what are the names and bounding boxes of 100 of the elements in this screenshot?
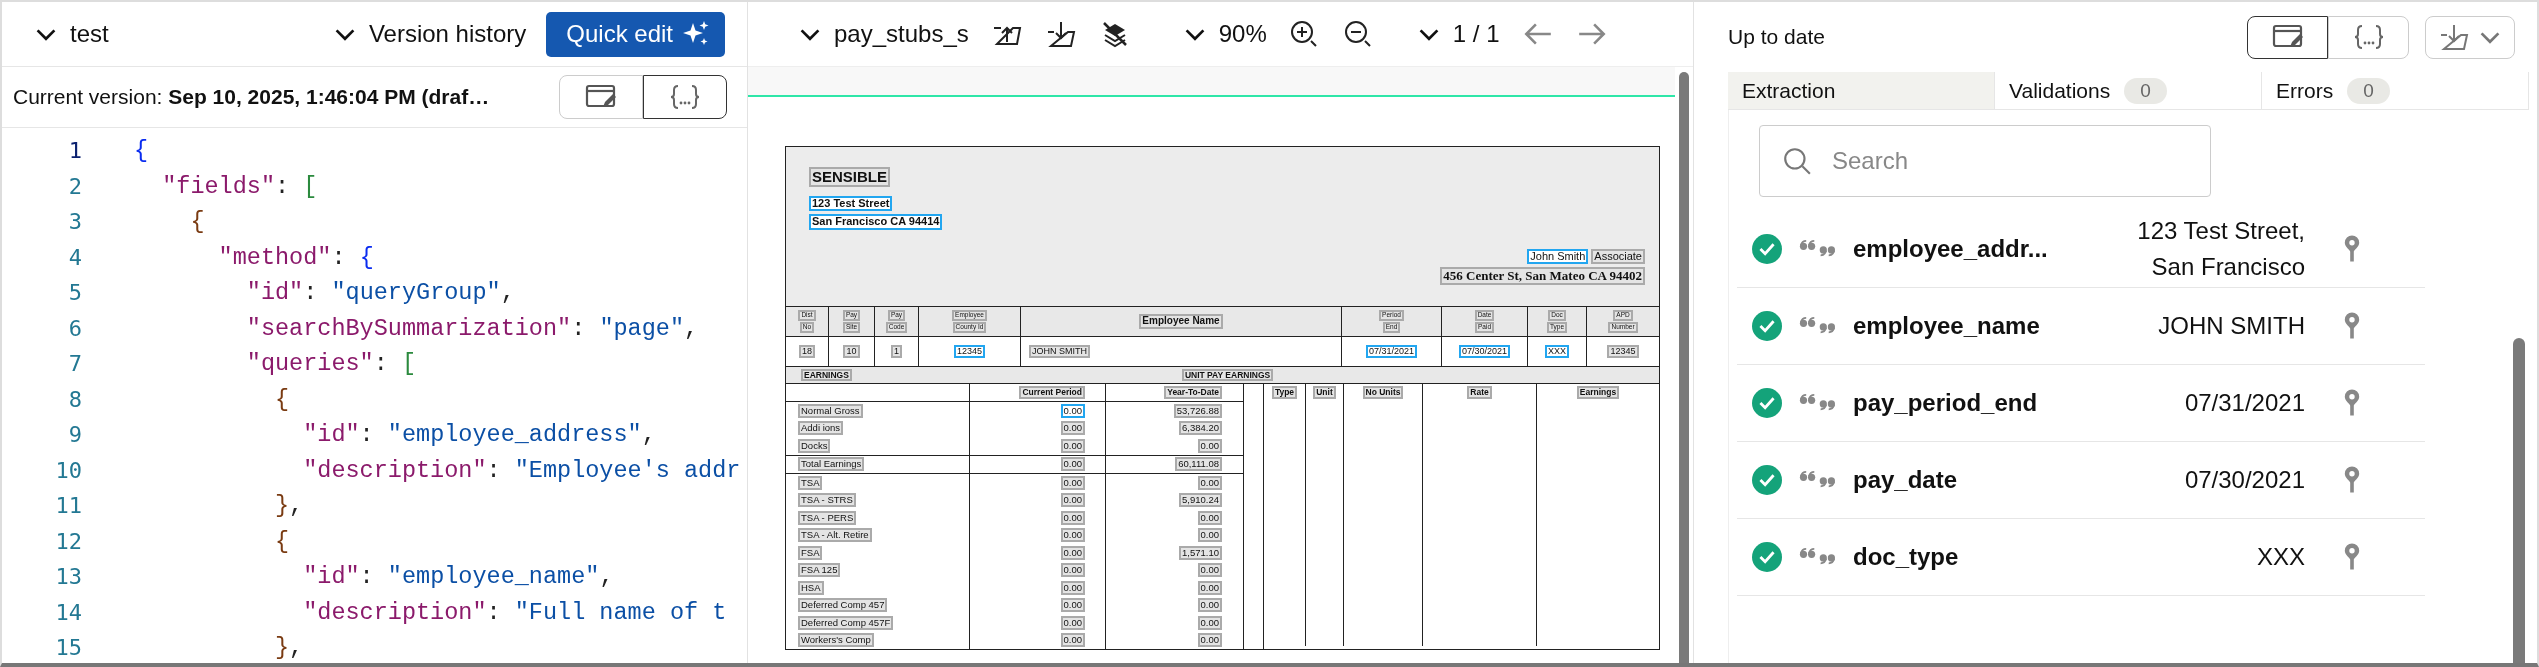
quote-icon bbox=[1799, 317, 1835, 335]
code-line: }, bbox=[275, 634, 304, 662]
search-field[interactable]: Search bbox=[1759, 125, 2211, 197]
column-value: 10 bbox=[843, 344, 860, 359]
current-amount: 0.00 bbox=[1060, 438, 1085, 453]
field-name: pay_date bbox=[1853, 466, 1959, 494]
count-badge: 0 bbox=[2124, 77, 2167, 104]
line-number: 11 bbox=[54, 493, 82, 519]
check-circle-icon bbox=[1752, 388, 1782, 418]
earning-label: Workers's Comp bbox=[798, 633, 874, 648]
code-line: "queries": [ bbox=[246, 350, 417, 378]
scrollbar[interactable] bbox=[1679, 72, 1689, 663]
line-number: 10 bbox=[54, 457, 82, 483]
earning-label: TSA - PERS bbox=[798, 510, 857, 525]
line-number: 2 bbox=[67, 173, 82, 199]
quote-icon bbox=[1799, 394, 1835, 412]
code-line: "method": { bbox=[218, 243, 374, 271]
file-dropdown[interactable]: pay_stubs_s bbox=[798, 20, 969, 48]
check-circle-icon bbox=[1752, 465, 1782, 495]
page-dropdown[interactable]: 1 / 1 bbox=[1416, 20, 1500, 48]
line-number: 15 bbox=[54, 635, 82, 661]
location-pin-icon[interactable] bbox=[2343, 542, 2361, 572]
ytd-amount: 0.00 bbox=[1197, 598, 1222, 613]
search-input[interactable]: Search bbox=[1830, 146, 2210, 176]
tab[interactable]: Extraction bbox=[1728, 72, 1995, 109]
current-amount: 0.00 bbox=[1060, 598, 1085, 613]
line-number: 4 bbox=[67, 244, 82, 270]
column-value: 18 bbox=[799, 344, 815, 359]
ytd-amount: 0.00 bbox=[1197, 475, 1222, 490]
code-line: "id": "employee_name", bbox=[303, 563, 614, 591]
quote-icon bbox=[1799, 240, 1835, 258]
scrollbar[interactable] bbox=[2513, 338, 2525, 663]
ytd-amount: 0.00 bbox=[1197, 438, 1222, 453]
download-icon bbox=[2438, 23, 2470, 51]
location-pin-icon[interactable] bbox=[2343, 311, 2361, 341]
field-name: doc_type bbox=[1853, 543, 1960, 571]
code-line: "description": "Employee's addr bbox=[303, 456, 741, 484]
current-amount: 0.00 bbox=[1060, 493, 1085, 508]
ytd-amount: 5,910.24 bbox=[1179, 493, 1222, 508]
current-amount: 0.00 bbox=[1060, 475, 1085, 490]
column-header: Type bbox=[1271, 386, 1298, 399]
ytd-amount: 1,571.10 bbox=[1179, 545, 1222, 560]
current-amount: 0.00 bbox=[1060, 510, 1085, 525]
current-amount: 0.00 bbox=[1060, 563, 1085, 578]
ytd-amount: 0.00 bbox=[1197, 615, 1222, 630]
count-badge: 0 bbox=[2347, 77, 2390, 104]
earning-label: Deferred Comp 457F bbox=[798, 615, 894, 630]
current-amount: 0.00 bbox=[1060, 615, 1085, 630]
column-header: Earnings bbox=[1576, 386, 1620, 399]
section-title: UNIT PAY EARNINGS bbox=[1181, 368, 1274, 382]
code-line: { bbox=[190, 208, 205, 236]
earning-label: Deferred Comp 457 bbox=[798, 598, 888, 613]
json-view-toggle[interactable] bbox=[643, 75, 727, 119]
braces-icon bbox=[669, 83, 701, 111]
earning-label: HSA bbox=[798, 580, 824, 595]
field-value: JOHN SMITH bbox=[2157, 311, 2305, 341]
field-value: 07/31/2021 bbox=[2183, 388, 2305, 418]
column-header: No Units bbox=[1362, 386, 1404, 399]
export-dropdown[interactable] bbox=[2425, 15, 2515, 59]
current-amount: 0.00 bbox=[1060, 403, 1085, 418]
earning-label: Normal Gross bbox=[798, 403, 863, 418]
visual-editor-toggle[interactable] bbox=[2247, 15, 2328, 59]
field-value: 123 Test Street, San Francisco bbox=[2136, 216, 2305, 282]
column-value: 12345 bbox=[954, 344, 985, 359]
braces-icon bbox=[2352, 23, 2385, 51]
code-line: "description": "Full name of t bbox=[303, 598, 727, 626]
ytd-amount: 0.00 bbox=[1197, 580, 1222, 595]
line-number: 13 bbox=[54, 564, 82, 590]
code-line: { bbox=[275, 385, 290, 413]
location-pin-icon[interactable] bbox=[2343, 465, 2361, 495]
earning-label: Addi ions bbox=[798, 421, 844, 436]
ytd-amount: 60,111.08 bbox=[1175, 457, 1222, 472]
line-number: 14 bbox=[54, 599, 82, 625]
field-name: employee_addr... bbox=[1853, 235, 2049, 263]
zoom-dropdown[interactable]: 90% bbox=[1182, 20, 1267, 48]
quote-icon bbox=[1799, 548, 1835, 566]
ytd-amount: 6,384.20 bbox=[1179, 421, 1222, 436]
employee-title: Associate bbox=[1591, 248, 1645, 265]
current-amount: 0.00 bbox=[1060, 633, 1085, 648]
current-amount: 0.00 bbox=[1060, 457, 1085, 472]
code-line: "searchBySummarization": "page", bbox=[246, 314, 699, 342]
current-version-text: Current version: Sep 10, 2025, 1:46:04 PM (draf… bbox=[13, 85, 491, 109]
line-number: 12 bbox=[54, 528, 82, 554]
search-icon bbox=[1782, 146, 1812, 176]
ytd-amount: 0.00 bbox=[1197, 528, 1222, 543]
version-history-dropdown[interactable]: Version history bbox=[332, 20, 527, 48]
ytd-amount: 0.00 bbox=[1197, 563, 1222, 578]
location-pin-icon[interactable] bbox=[2343, 234, 2361, 264]
location-pin-icon[interactable] bbox=[2343, 388, 2361, 418]
field-value: XXX bbox=[2255, 542, 2305, 572]
status-text: Up to date bbox=[1728, 25, 1825, 49]
company-name: SENSIBLE bbox=[809, 167, 890, 187]
quick-edit-button[interactable]: Quick edit bbox=[546, 11, 725, 57]
section-title: EARNINGS bbox=[801, 368, 852, 382]
project-dropdown[interactable]: test bbox=[34, 20, 109, 48]
earning-label: FSA bbox=[798, 545, 823, 560]
line-number: 9 bbox=[67, 422, 82, 448]
employee-name: John Smith bbox=[1527, 248, 1589, 265]
code-line: "id": "employee_address", bbox=[303, 421, 656, 449]
code-line: }, bbox=[275, 492, 304, 520]
